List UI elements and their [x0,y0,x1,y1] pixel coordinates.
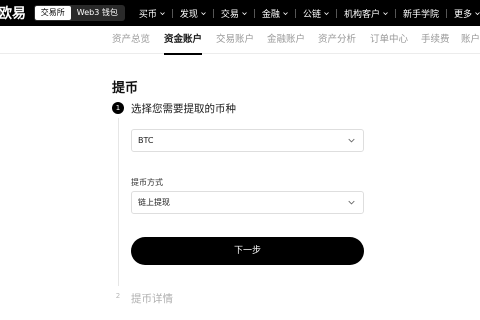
nav-item-institutional[interactable]: 机构客户 [344,0,388,26]
nav-item-label: 金融 [261,9,280,20]
product-switch: 交易所 Web3 钱包 [33,5,125,21]
chevron-down-icon [242,11,247,15]
nav-item-buy-crypto[interactable]: 买币 [139,0,165,26]
nav-divider [445,8,447,18]
step-2-indicator: 2 [112,290,124,302]
nav-item-label: 公链 [302,9,321,20]
withdraw-method-select[interactable]: 链上提现 [131,191,364,214]
nav-item-label: 更多 [453,9,472,20]
logo[interactable]: 欧易 [0,3,30,23]
nav-item-more[interactable]: 更多 [454,0,480,26]
tab-asset-overview[interactable]: 资产总览 [112,26,150,54]
nav-item-public-chain[interactable]: 公链 [303,0,329,26]
coin-select[interactable]: BTC [131,129,364,152]
coin-select-value: BTC [138,136,154,145]
tab-order-center[interactable]: 订单中心 [370,26,408,54]
nav-item-finance[interactable]: 金融 [262,0,288,26]
chevron-down-icon [383,11,388,15]
step-1-indicator: 1 [112,102,124,114]
chevron-down-icon [160,11,165,15]
nav-divider [171,8,173,18]
tab-trading-account[interactable]: 交易账户 [216,26,254,54]
tab-finance-account[interactable]: 金融账户 [267,26,305,54]
nav-item-label: 新手学院 [402,9,439,20]
step-2-title: 提币详情 [131,293,173,305]
tab-funding-account[interactable]: 资金账户 [164,26,203,55]
nav-item-academy[interactable]: 新手学院 [403,0,439,26]
nav-divider [253,8,255,18]
nav-item-trade[interactable]: 交易 [221,0,247,26]
tab-account[interactable]: 账户 [461,26,480,54]
tab-asset-analysis[interactable]: 资产分析 [318,26,356,54]
chevron-down-icon [348,200,355,205]
tab-fees[interactable]: 手续费 [421,26,450,54]
nav-divider [212,8,214,18]
nav-item-label: 发现 [179,9,198,20]
nav-divider [294,8,296,18]
withdraw-method-label: 提币方式 [131,178,163,187]
nav-divider [394,8,396,18]
page-title: 提币 [112,81,139,96]
chevron-down-icon [348,138,355,143]
step-connector-line [118,118,119,286]
nav-item-label: 买币 [138,9,157,20]
nav-item-label: 机构客户 [343,9,380,20]
withdraw-method-value: 链上提现 [138,198,170,207]
account-subnav: 资产总览 资金账户 交易账户 金融账户 资产分析 订单中心 手续费 账户 [0,26,480,55]
nav-divider [335,8,337,18]
next-step-button[interactable]: 下一步 [131,237,364,265]
switch-web3-wallet-button[interactable]: Web3 钱包 [71,6,124,20]
nav-item-label: 交易 [220,9,239,20]
chevron-down-icon [475,11,480,15]
main-nav: 买币 发现 交易 金融 公链 机构客户 新手学院 更多 [139,0,480,26]
nav-item-discover[interactable]: 发现 [180,0,206,26]
chevron-down-icon [283,11,288,15]
top-nav-bar: 欧易 交易所 Web3 钱包 买币 发现 交易 金融 公链 机构客户 新手学院 … [0,0,480,26]
chevron-down-icon [201,11,206,15]
step-1-title: 选择您需要提取的币种 [131,103,236,115]
switch-exchange-button[interactable]: 交易所 [34,6,71,20]
chevron-down-icon [324,11,329,15]
